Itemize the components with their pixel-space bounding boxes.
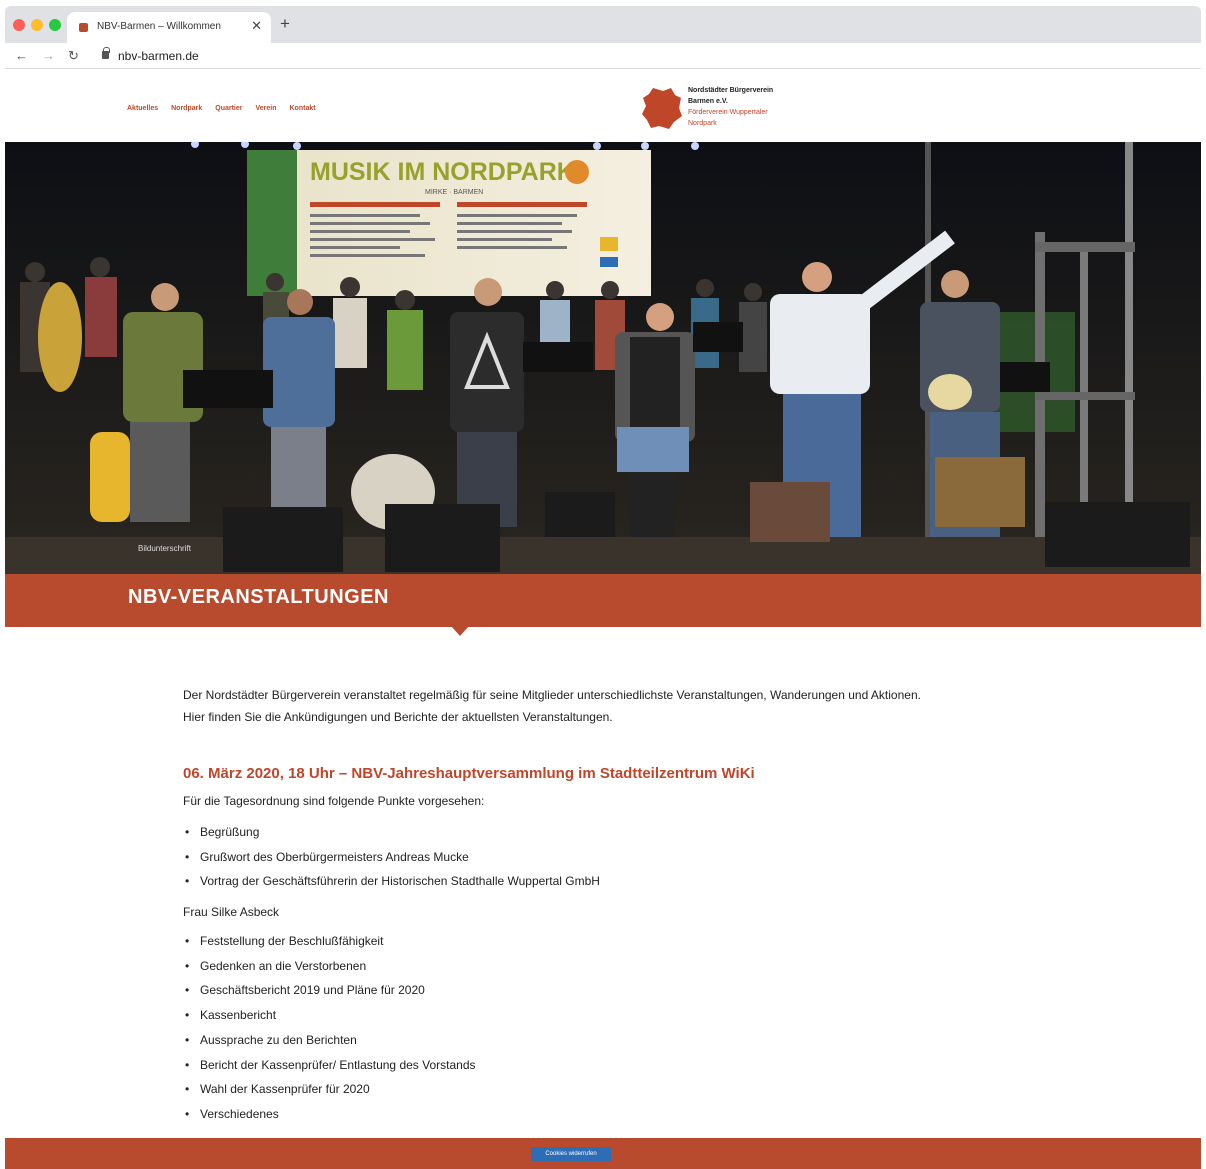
- agenda-item: Gedenken an die Verstorbenen: [183, 954, 943, 979]
- hero-image: MUSIK IM NORDPARK MIRKE · BARMEN Bildunt…: [5, 142, 1201, 574]
- new-tab-icon[interactable]: +: [280, 15, 290, 32]
- logo-map-icon[interactable]: [641, 86, 683, 130]
- nav-item-verein[interactable]: Verein: [255, 105, 276, 112]
- url-field[interactable]: nbv-barmen.de: [118, 49, 199, 63]
- revoke-cookies-button[interactable]: Cookies widerrufen: [531, 1147, 611, 1161]
- agenda-item: Geschäftsbericht 2019 und Pläne für 2020: [183, 978, 943, 1003]
- browser-tab-bar: NBV-Barmen – Willkommen ✕ +: [5, 6, 1201, 43]
- cookie-bar: Cookies widerrufen: [5, 1138, 1201, 1169]
- agenda-list-1: Begrüßung Grußwort des Oberbürgermeister…: [183, 820, 943, 894]
- agenda-lead: Für die Tagesordnung sind folgende Punkt…: [183, 794, 485, 808]
- close-window-button[interactable]: [13, 19, 25, 31]
- hero-caption: Bildunterschrift: [138, 544, 191, 553]
- minimize-window-button[interactable]: [31, 19, 43, 31]
- maximize-window-button[interactable]: [49, 19, 61, 31]
- nav-item-kontakt[interactable]: Kontakt: [290, 105, 316, 112]
- close-tab-icon[interactable]: ✕: [251, 18, 262, 34]
- browser-tab[interactable]: NBV-Barmen – Willkommen ✕: [67, 12, 271, 43]
- main-content: Der Nordstädter Bürgerverein veranstalte…: [183, 684, 943, 1127]
- agenda-item: Feststellung der Beschlußfähigkeit: [183, 929, 943, 954]
- event-title[interactable]: 06. März 2020, 18 Uhr – NBV-Jahreshauptv…: [183, 765, 943, 782]
- nav-item-quartier[interactable]: Quartier: [215, 105, 242, 112]
- lock-icon[interactable]: [102, 47, 110, 59]
- agenda-item: Grußwort des Oberbürgermeisters Andreas …: [183, 845, 943, 870]
- agenda-item: Wahl der Kassenprüfer für 2020: [183, 1077, 943, 1102]
- agenda-list-2: Feststellung der Beschlußfähigkeit Geden…: [183, 929, 943, 1127]
- intro-text: Der Nordstädter Bürgerverein veranstalte…: [183, 688, 921, 724]
- section-banner: NBV-VERANSTALTUNGEN: [5, 574, 1201, 636]
- nav-item-aktuelles[interactable]: Aktuelles: [127, 105, 158, 112]
- hero-banner-subtitle: MIRKE · BARMEN: [425, 189, 483, 196]
- agenda-item: Vortrag der Geschäftsführerin der Histor…: [183, 869, 943, 894]
- logo-text[interactable]: Nordstädter Bürgerverein Barmen e.V. För…: [688, 85, 773, 129]
- agenda-item: Kassenbericht: [183, 1003, 943, 1028]
- tab-title: NBV-Barmen – Willkommen: [97, 21, 221, 32]
- address-bar: ← → ↻ nbv-barmen.de: [5, 43, 1201, 69]
- speaker-name: Frau Silke Asbeck: [183, 905, 280, 920]
- site-header: Aktuelles Nordpark Quartier Verein Konta…: [5, 70, 1201, 142]
- banner-notch: [451, 626, 469, 636]
- nav-item-nordpark[interactable]: Nordpark: [171, 105, 202, 112]
- favicon-icon: [79, 23, 88, 32]
- reload-icon[interactable]: ↻: [68, 48, 79, 64]
- section-title: NBV-VERANSTALTUNGEN: [128, 586, 389, 608]
- agenda-item: Bericht der Kassenprüfer/ Entlastung des…: [183, 1053, 943, 1078]
- main-nav: Aktuelles Nordpark Quartier Verein Konta…: [127, 105, 316, 112]
- agenda-item: Begrüßung: [183, 820, 943, 845]
- back-arrow-icon[interactable]: ←: [15, 48, 28, 63]
- hero-banner-title: MUSIK IM NORDPARK: [310, 158, 575, 186]
- agenda-item: Aussprache zu den Berichten: [183, 1028, 943, 1053]
- forward-arrow-icon[interactable]: →: [42, 48, 55, 63]
- agenda-item: Verschiedenes: [183, 1102, 943, 1127]
